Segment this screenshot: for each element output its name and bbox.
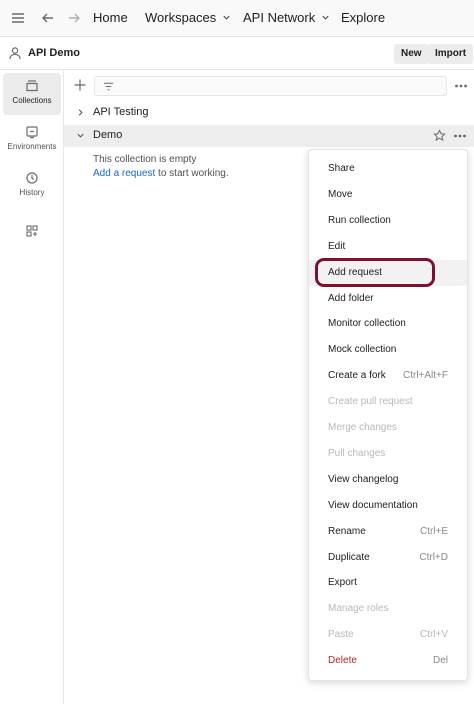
nav-home-label: Home: [93, 10, 128, 25]
menu-item-merge-changes: Merge changes: [309, 415, 467, 441]
rail-item-history[interactable]: History: [3, 165, 61, 207]
menu-item-rename[interactable]: Rename Ctrl+E: [309, 519, 467, 545]
menu-item-label: Mock collection: [328, 344, 397, 356]
nav-explore-label: Explore: [341, 10, 386, 25]
menu-item-shortcut: Ctrl+D: [419, 551, 448, 563]
menu-item-move[interactable]: Move: [309, 182, 467, 208]
menu-item-duplicate[interactable]: Duplicate Ctrl+D: [309, 545, 467, 571]
menu-item-shortcut: Del: [432, 655, 448, 667]
menu-item-label: Rename: [328, 525, 366, 537]
menu-item-label: Add folder: [328, 292, 374, 304]
menu-item-delete[interactable]: Delete Del: [309, 648, 467, 674]
star-icon[interactable]: [433, 129, 446, 142]
rail-item-label: Environments: [7, 142, 57, 151]
chevron-right-icon[interactable]: [76, 108, 85, 117]
filter-search-input[interactable]: [94, 76, 447, 96]
collection-row-demo[interactable]: Demo: [64, 125, 474, 147]
rail-item-environments[interactable]: Environments: [3, 119, 61, 161]
menu-item-edit[interactable]: Edit: [309, 234, 467, 260]
add-request-hint-text: to start working.: [155, 168, 229, 179]
menu-item-paste: Paste Ctrl+V: [309, 622, 467, 648]
menu-item-label: Run collection: [328, 214, 391, 226]
menu-item-view-documentation[interactable]: View documentation: [309, 493, 467, 519]
history-icon: [26, 172, 38, 184]
menu-item-shortcut: Ctrl+V: [419, 629, 448, 641]
workspace-title: API Demo: [28, 47, 80, 59]
chevron-down-icon[interactable]: [76, 131, 85, 140]
user-icon: [9, 47, 21, 60]
collection-name: API Testing: [93, 106, 149, 118]
environments-icon: [26, 126, 38, 139]
menu-item-label: Create a fork: [328, 370, 386, 382]
left-sidebar-rail: Collections Environments History: [0, 70, 64, 704]
menu-item-shortcut: Ctrl+E: [419, 525, 448, 537]
more-options-icon[interactable]: [453, 133, 467, 139]
menu-item-create-a-fork[interactable]: Create a fork Ctrl+Alt+F: [309, 363, 467, 389]
menu-item-manage-roles: Manage roles: [309, 596, 467, 622]
menu-item-label: Share: [328, 163, 355, 174]
collection-context-menu: Share Move Run collection Edit Add request Ad…: [308, 149, 468, 681]
add-request-link[interactable]: Add a request: [93, 168, 155, 179]
rail-item-label: Collections: [12, 96, 52, 105]
top-navigation-bar: Home Workspaces API Network Explore: [0, 0, 474, 37]
nav-workspaces[interactable]: Workspaces: [145, 10, 231, 25]
rail-item-collections[interactable]: Collections: [3, 73, 61, 115]
chevron-down-icon: [322, 15, 329, 20]
menu-item-export[interactable]: Export: [309, 570, 467, 596]
menu-item-monitor-collection[interactable]: Monitor collection: [309, 311, 467, 337]
apps-icon: [26, 225, 38, 237]
rail-item-label: History: [19, 188, 45, 197]
menu-item-mock-collection[interactable]: Mock collection: [309, 337, 467, 363]
menu-item-label: Monitor collection: [328, 318, 406, 330]
nav-explore[interactable]: Explore: [341, 10, 385, 25]
chevron-down-icon: [223, 15, 230, 20]
menu-item-label: Merge changes: [328, 422, 397, 433]
menu-item-label: Pull changes: [328, 447, 386, 459]
menu-item-label: Edit: [328, 240, 346, 252]
back-arrow-icon[interactable]: [39, 9, 57, 27]
hamburger-menu-icon[interactable]: [9, 9, 27, 27]
more-options-icon[interactable]: [454, 83, 468, 89]
menu-item-run-collection[interactable]: Run collection: [309, 208, 467, 234]
menu-item-label: View changelog: [328, 473, 399, 485]
workspace-header: API Demo New Import: [0, 37, 474, 70]
import-button[interactable]: Import: [428, 44, 474, 64]
nav-api-network[interactable]: API Network: [243, 10, 330, 25]
menu-item-label: Create pull request: [328, 396, 413, 408]
add-collection-icon[interactable]: [73, 78, 87, 92]
collection-row-api-testing[interactable]: API Testing: [64, 102, 474, 124]
menu-item-label: Delete: [328, 655, 357, 667]
collections-icon: [26, 80, 38, 92]
rail-item-apps[interactable]: [3, 218, 61, 260]
menu-item-shortcut: Ctrl+Alt+F: [402, 370, 448, 382]
filter-icon: [103, 82, 114, 91]
empty-collection-message: This collection is empty: [93, 154, 197, 165]
nav-api-network-label: API Network: [243, 10, 316, 25]
menu-item-create-pull-request: Create pull request: [309, 389, 467, 415]
menu-item-pull-changes: Pull changes: [309, 441, 467, 467]
menu-item-label: Add request: [328, 266, 382, 278]
menu-item-label: Move: [328, 188, 353, 200]
new-button[interactable]: New: [394, 44, 429, 64]
menu-item-label: Duplicate: [328, 551, 370, 563]
menu-item-label: View documentation: [328, 499, 418, 511]
menu-item-view-changelog[interactable]: View changelog: [309, 467, 467, 493]
nav-workspaces-label: Workspaces: [145, 10, 217, 25]
menu-item-label: Manage roles: [328, 603, 389, 615]
add-request-hint: Add a request to start working.: [93, 168, 229, 179]
menu-item-label: Export: [328, 577, 357, 589]
collection-name: Demo: [93, 129, 123, 141]
menu-item-share[interactable]: Share: [309, 156, 467, 182]
menu-item-add-request[interactable]: Add request: [309, 257, 467, 287]
menu-item-add-folder[interactable]: Add folder: [309, 286, 467, 312]
forward-arrow-icon[interactable]: [65, 9, 83, 27]
nav-home[interactable]: Home: [93, 10, 128, 25]
menu-item-label: Paste: [328, 629, 354, 641]
